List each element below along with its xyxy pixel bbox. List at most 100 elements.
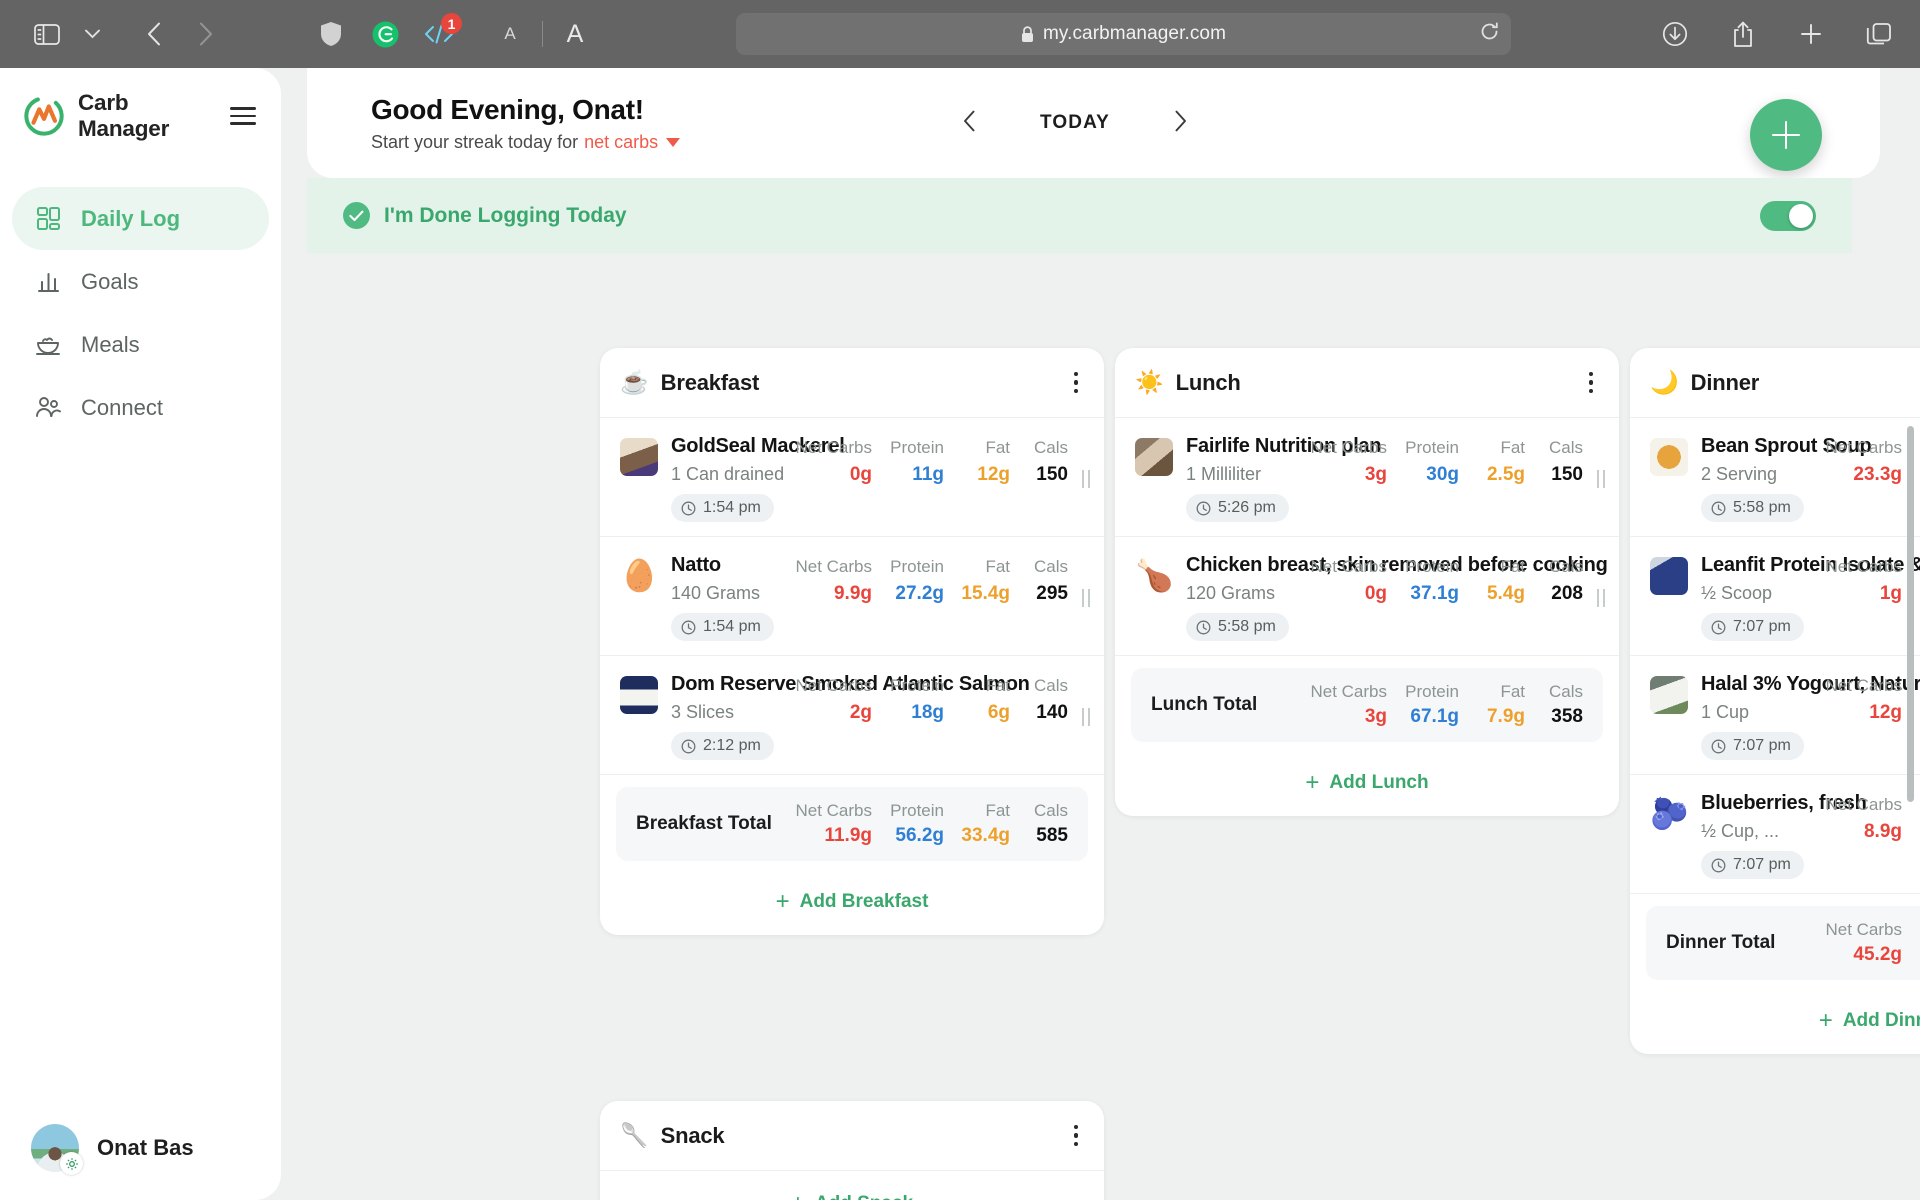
meal-options-button[interactable] bbox=[1070, 1119, 1083, 1153]
check-circle-icon bbox=[343, 202, 370, 229]
food-name: Dom Reserve Smoked Atlantic Salmon bbox=[671, 673, 1030, 695]
grammarly-icon[interactable] bbox=[358, 12, 412, 56]
macro-header-net-carbs: Net Carbs bbox=[795, 801, 872, 820]
food-meta: ½ Scoop bbox=[1701, 583, 1920, 604]
food-time-pill: 7:07 pm bbox=[1701, 613, 1804, 641]
sidebar-item-goals[interactable]: Goals bbox=[12, 250, 269, 313]
macro-header-protein: Protein bbox=[890, 801, 944, 820]
food-row[interactable]: Bean Sprout Soup 2 Serving 5:58 pm Net C… bbox=[1630, 418, 1920, 537]
food-name: Leanfit Protein Isolate & Collagen bbox=[1701, 554, 1920, 576]
food-info: Chicken breast, skin removed before cook… bbox=[1186, 553, 1608, 641]
drag-handle[interactable] bbox=[1082, 589, 1090, 607]
food-row[interactable]: Halal 3% Yogourt, Nature 1 Cup 7:07 pm N… bbox=[1630, 656, 1920, 775]
food-serving: 1 Cup bbox=[1701, 702, 1750, 722]
food-meta: 1 Cup bbox=[1701, 702, 1920, 723]
clock-icon bbox=[1711, 620, 1726, 634]
food-thumbnail bbox=[620, 676, 658, 714]
clock-icon bbox=[681, 620, 696, 634]
food-time: 1:54 pm bbox=[703, 618, 761, 635]
food-thumbnail: 🫐 bbox=[1650, 796, 1688, 831]
net-carbs-link[interactable]: net carbs bbox=[584, 132, 658, 153]
sidebar-toggle-icon[interactable] bbox=[22, 12, 72, 56]
food-time-pill: 7:07 pm bbox=[1701, 732, 1804, 760]
hamburger-icon[interactable] bbox=[230, 107, 258, 125]
add-food-button[interactable]: + Add Lunch bbox=[1115, 750, 1619, 816]
add-food-button[interactable]: + Add Dinner bbox=[1630, 988, 1920, 1054]
shield-icon[interactable] bbox=[304, 12, 358, 56]
meal-total-label: Lunch Total bbox=[1151, 694, 1258, 715]
downloads-icon[interactable] bbox=[1656, 12, 1694, 56]
sidebar-item-label: Connect bbox=[81, 394, 163, 420]
meal-emoji-icon: ☀️ bbox=[1135, 369, 1164, 395]
macro-values-row: 11.9g 56.2g 33.4g 585 bbox=[786, 825, 1068, 847]
drag-handle[interactable] bbox=[1082, 470, 1090, 488]
food-row[interactable]: 🥚 Natto 140 Grams 1:54 pm Net Carbs Prot… bbox=[600, 537, 1104, 656]
sidebar-item-daily-log[interactable]: Daily Log bbox=[12, 187, 269, 250]
font-decrease-icon[interactable]: A bbox=[484, 12, 536, 56]
macro-header-net-carbs: Net Carbs bbox=[1310, 682, 1387, 701]
done-logging-toggle[interactable] bbox=[1760, 200, 1816, 231]
add-entry-fab[interactable] bbox=[1750, 99, 1822, 171]
drag-handle[interactable] bbox=[1597, 470, 1605, 488]
sidebar-item-meals[interactable]: Meals bbox=[12, 313, 269, 376]
gear-icon[interactable] bbox=[60, 1152, 83, 1175]
people-icon bbox=[34, 394, 62, 422]
macro-value-cals: 358 bbox=[1551, 706, 1583, 727]
food-row[interactable]: Fairlife Nutrition plan 1 Milliliter 5:2… bbox=[1115, 418, 1619, 537]
food-row[interactable]: GoldSeal Mackerel 1 Can drained 1:54 pm … bbox=[600, 418, 1104, 537]
font-increase-icon[interactable]: A bbox=[549, 12, 601, 56]
macro-values-row: 3g 67.1g 7.9g 358 bbox=[1301, 706, 1583, 728]
next-day-button[interactable] bbox=[1174, 110, 1187, 137]
address-bar[interactable]: my.carbmanager.com bbox=[736, 13, 1511, 55]
meal-options-button[interactable] bbox=[1585, 366, 1598, 400]
sidebar-item-connect[interactable]: Connect bbox=[12, 376, 269, 439]
profile-row[interactable]: Onat Bas bbox=[0, 1124, 281, 1175]
chevron-down-icon[interactable] bbox=[72, 12, 112, 56]
current-date-label[interactable]: TODAY bbox=[1032, 112, 1118, 134]
sidebar-nav: Daily Log Goals Meals Connect bbox=[0, 187, 281, 439]
plus-icon: + bbox=[1305, 769, 1320, 796]
food-time-pill: 5:58 pm bbox=[1186, 613, 1289, 641]
food-name: Fairlife Nutrition plan bbox=[1186, 435, 1382, 457]
new-tab-plus-icon[interactable] bbox=[1792, 12, 1830, 56]
avatar[interactable] bbox=[31, 1124, 83, 1175]
tabs-overview-icon[interactable] bbox=[1860, 12, 1898, 56]
food-meta: 120 Grams bbox=[1186, 583, 1599, 604]
meal-column-3: 🌙 Dinner Bean Sprout Soup 2 Serving 5:58… bbox=[1630, 348, 1920, 1054]
drag-handle[interactable] bbox=[1082, 708, 1090, 726]
meal-card-header: ☀️ Lunch bbox=[1115, 348, 1619, 418]
food-meta: 1 Can drained bbox=[671, 464, 1084, 485]
food-time: 5:58 pm bbox=[1218, 618, 1276, 635]
sidebar-item-label: Daily Log bbox=[81, 205, 181, 231]
food-name: Bean Sprout Soup bbox=[1701, 435, 1872, 457]
macro-header-protein: Protein bbox=[1902, 920, 1920, 940]
meal-emoji-icon: ☕ bbox=[620, 369, 649, 395]
page-scrollbar[interactable] bbox=[1907, 426, 1914, 802]
meal-total-row: Dinner Total Net Carbs Protein Fat Cals … bbox=[1646, 906, 1920, 980]
reload-icon[interactable] bbox=[1480, 22, 1499, 46]
share-icon[interactable] bbox=[1724, 12, 1762, 56]
food-row[interactable]: 🍗 Chicken breast, skin removed before co… bbox=[1115, 537, 1619, 656]
food-row[interactable]: Dom Reserve Smoked Atlantic Salmon 3 Sli… bbox=[600, 656, 1104, 775]
food-serving: ½ Cup, ... bbox=[1701, 821, 1780, 841]
carb-manager-logo-icon bbox=[24, 96, 64, 136]
food-serving: ½ Scoop bbox=[1701, 583, 1773, 603]
meal-options-button[interactable] bbox=[1070, 366, 1083, 400]
code-brackets-icon[interactable]: 1 bbox=[412, 12, 466, 56]
caret-down-icon[interactable] bbox=[666, 137, 681, 147]
back-arrow-icon[interactable] bbox=[128, 12, 180, 56]
add-food-button[interactable]: + Add Snack bbox=[600, 1171, 1104, 1200]
food-row[interactable]: 🫐 Blueberries, fresh ½ Cup, ... 7:07 pm … bbox=[1630, 775, 1920, 894]
food-row[interactable]: Leanfit Protein Isolate & Collagen ½ Sco… bbox=[1630, 537, 1920, 656]
meal-card-header: ☕ Breakfast bbox=[600, 348, 1104, 418]
food-time-pill: 5:26 pm bbox=[1186, 494, 1289, 522]
drag-handle[interactable] bbox=[1597, 589, 1605, 607]
browser-right-icons bbox=[1656, 12, 1898, 56]
main-content: Good Evening, Onat! Start your streak to… bbox=[281, 68, 1920, 1200]
food-serving: 140 Grams bbox=[671, 583, 761, 603]
prev-day-button[interactable] bbox=[963, 110, 976, 137]
add-food-label: Add Snack bbox=[815, 1193, 913, 1200]
meal-total-macros: Net Carbs Protein Fat Cals 3g 67.1g 7.9g… bbox=[1301, 668, 1583, 742]
add-food-button[interactable]: + Add Breakfast bbox=[600, 869, 1104, 935]
plus-icon: + bbox=[1818, 1007, 1833, 1034]
